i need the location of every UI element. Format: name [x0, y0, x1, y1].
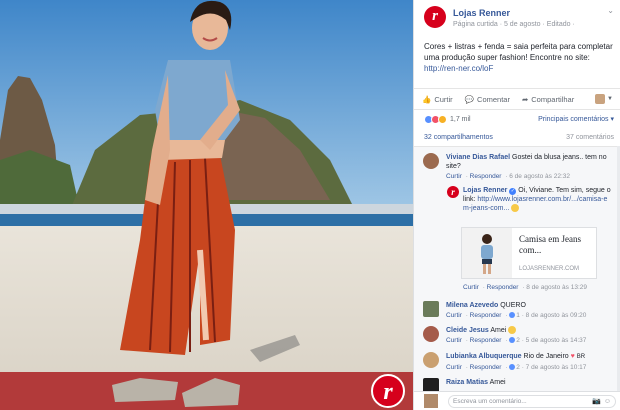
avatar — [595, 94, 606, 104]
share-button[interactable]: ➦ Compartilhar — [522, 95, 574, 104]
comment-author[interactable]: Lubianka Albuquerque — [446, 353, 522, 360]
comment-time[interactable]: 8 de agosto às 13:29 — [526, 284, 587, 291]
like-count-icon — [509, 312, 516, 319]
comment-like-link[interactable]: Curtir — [446, 337, 462, 344]
avatar[interactable] — [423, 153, 439, 169]
wow-reaction-icon — [438, 114, 447, 124]
share-icon: ➦ — [521, 94, 529, 104]
preview-domain: LOJASRENNER.COM — [519, 266, 580, 272]
comment-meta: Curtir · Responder · 2 · 5 de agosto às … — [446, 337, 587, 344]
avatar[interactable] — [423, 378, 439, 391]
verified-icon: ✓ — [509, 188, 517, 195]
comment-author[interactable]: Milena Azevedo — [446, 302, 498, 309]
page-name-link[interactable]: Lojas Renner — [453, 8, 510, 18]
comment-button[interactable]: 💬 Comentar — [465, 95, 510, 104]
renner-logo-overlay: r — [371, 374, 405, 408]
heart-emoji-icon: ♥ — [570, 353, 575, 360]
comment-meta: Curtir · Responder · 2 · 7 de agosto às … — [446, 364, 587, 371]
camera-icon[interactable]: 📷 — [592, 396, 601, 407]
smile-emoji-icon — [511, 204, 520, 213]
comment-time[interactable]: 8 de agosto às 09:20 — [526, 312, 587, 319]
comment-like-link[interactable]: Curtir — [446, 173, 462, 180]
engagement-counts: 32 compartilhamentos 37 comentários — [424, 134, 614, 141]
comment-reply-link[interactable]: Responder — [470, 337, 502, 344]
post-header: r Lojas Renner Página curtida · 5 de ago… — [424, 6, 614, 34]
comment-text: QUERO — [500, 302, 526, 309]
post-link[interactable]: http://ren-ner.co/loF — [424, 64, 493, 73]
comment-input[interactable]: Escreva um comentário... 📷 ☺ — [448, 395, 616, 408]
comment-text: Amei — [489, 379, 506, 386]
like-label: Curtir — [434, 94, 453, 104]
comment-like-count[interactable]: 2 — [516, 337, 520, 344]
comment-label: Comentar — [477, 94, 510, 104]
preview-title: Camisa em Jeans com... — [519, 234, 581, 255]
chevron-down-icon: ▾ — [610, 116, 614, 123]
comment-sort-dropdown[interactable]: Principais comentários ▾ — [538, 115, 614, 123]
comment-meta: Curtir · Responder · 8 de agosto às 13:2… — [463, 284, 587, 291]
emoji-icon[interactable]: ☺ — [604, 396, 611, 407]
shares-count[interactable]: 32 compartilhamentos — [424, 134, 493, 141]
chevron-down-icon: ▼ — [607, 96, 613, 102]
comment-reply-link[interactable]: Responder — [470, 364, 502, 371]
thumbs-up-icon: 👍 — [422, 94, 432, 104]
post-text: Cores + listras + fenda = saia perfeita … — [424, 41, 614, 74]
comment-icon: 💬 — [464, 94, 475, 104]
preview-thumbnail — [462, 228, 512, 278]
like-count-icon — [509, 364, 516, 371]
comment-text: Rio de Janeiro — [523, 353, 569, 360]
comment-reply-link[interactable]: Responder — [487, 284, 519, 291]
avatar[interactable] — [423, 326, 439, 342]
avatar[interactable]: r — [447, 186, 459, 198]
post-meta: Página curtida · 5 de agosto · Editado · — [453, 21, 575, 28]
comment-like-count[interactable]: 1 — [516, 312, 520, 319]
comment-like-link[interactable]: Curtir — [446, 364, 462, 371]
avatar — [424, 394, 438, 408]
comment-text: Amei — [490, 327, 507, 334]
comment-input-placeholder: Escreva um comentário... — [453, 398, 527, 405]
post-photo[interactable]: r — [0, 0, 413, 410]
comment-like-count[interactable]: 2 — [516, 364, 520, 371]
comment-author[interactable]: Raiza Matias — [446, 379, 488, 386]
avatar[interactable] — [423, 301, 439, 317]
comment-meta: Curtir · Responder · 6 de agosto às 22:3… — [446, 173, 570, 180]
avatar[interactable] — [423, 352, 439, 368]
comment-time[interactable]: 6 de agosto às 22:32 — [509, 173, 570, 180]
share-label: Compartilhar — [531, 94, 575, 104]
comments-list: Viviane Dias Rafael Gostei da blusa jean… — [414, 146, 620, 391]
like-count-icon — [509, 337, 516, 344]
heart-eyes-emoji-icon — [508, 326, 517, 335]
chevron-down-icon[interactable]: ⌄ — [607, 6, 614, 15]
comment-reply-link[interactable]: Responder — [470, 312, 502, 319]
post-body: Cores + listras + fenda = saia perfeita … — [424, 42, 613, 62]
comment-text-suffix: BR — [576, 354, 586, 360]
comment-composer: Escreva um comentário... 📷 ☺ — [414, 391, 620, 410]
comment-time[interactable]: 7 de agosto às 10:17 — [526, 364, 587, 371]
comment-reply-link[interactable]: Responder — [470, 173, 502, 180]
comment-time[interactable]: 5 de agosto às 14:37 — [526, 337, 587, 344]
reaction-count: 1,7 mil — [450, 115, 471, 123]
profile-switcher[interactable]: ▼ — [595, 94, 613, 104]
comment-like-link[interactable]: Curtir — [463, 284, 479, 291]
page-avatar[interactable]: r — [424, 6, 446, 28]
post-actions: 👍 Curtir 💬 Comentar ➦ Compartilhar ▼ — [414, 88, 620, 110]
comment-meta: Curtir · Responder · 1 · 8 de agosto às … — [446, 312, 587, 319]
comment-like-link[interactable]: Curtir — [446, 312, 462, 319]
post-panel: r Lojas Renner Página curtida · 5 de ago… — [413, 0, 620, 410]
photo-illustration — [0, 0, 413, 410]
comment-author[interactable]: Cleide Jesus — [446, 327, 489, 334]
like-button[interactable]: 👍 Curtir — [422, 95, 453, 104]
comments-count[interactable]: 37 comentários — [566, 134, 614, 141]
reaction-summary[interactable]: 1,7 mil Principais comentários ▾ — [424, 112, 614, 126]
comment-sort-label: Principais comentários — [538, 116, 609, 123]
link-preview-card[interactable]: Camisa em Jeans com... LOJASRENNER.COM — [461, 227, 597, 279]
comment-author[interactable]: Viviane Dias Rafael — [446, 154, 510, 161]
comment-link[interactable]: http://www.lojasrenner.com.br/.../camisa… — [463, 196, 607, 212]
comment-author[interactable]: Lojas Renner — [463, 187, 507, 194]
